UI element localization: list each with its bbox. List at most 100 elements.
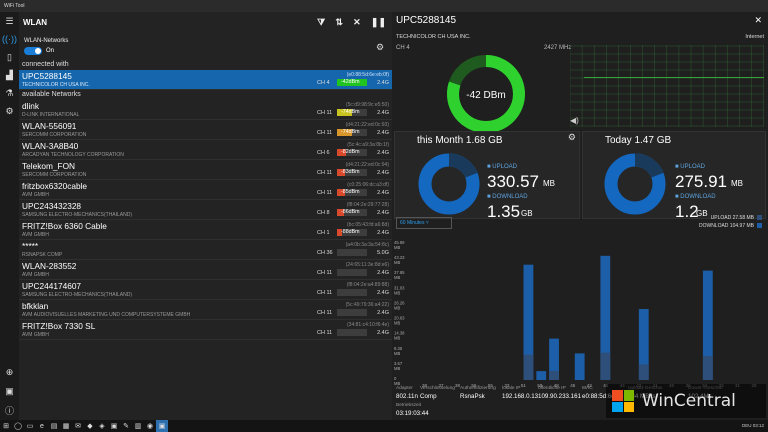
store-icon[interactable]: ▦	[60, 420, 72, 432]
upload-bar	[702, 355, 713, 380]
network-band: 2.4G	[377, 190, 389, 196]
watermark: WinCentral	[606, 384, 766, 418]
network-band: 2.4G	[377, 210, 389, 216]
app3-icon[interactable]: ✎	[120, 420, 132, 432]
today-title: Today 1.47 GB	[605, 135, 672, 146]
network-row[interactable]: WLAN-3A8B40 ARCADYAN TECHNOLOGY CORPORATI…	[19, 140, 392, 160]
network-mac: (d4:21:22:ed:0c:94)	[345, 162, 389, 168]
network-mac: (f8:04:2e:29:77:28)	[346, 202, 389, 208]
wifi-nav-icon[interactable]: ((·))	[0, 30, 19, 48]
task-view-icon[interactable]: ▭	[24, 420, 36, 432]
window-titlebar: WiFi Tool	[0, 0, 768, 12]
time-range-dropdown[interactable]: 60 Minutes ˅	[396, 217, 452, 229]
app2-icon[interactable]: ▣	[108, 420, 120, 432]
upload-bar	[574, 353, 585, 380]
network-band: 5.0G	[377, 250, 389, 256]
network-row[interactable]: UPC244174607 SAMSUNG ELECTRO-MECHANICS(TH…	[19, 280, 392, 300]
wifi-tool-taskbar-icon[interactable]: ▣	[156, 420, 168, 432]
chart-nav-icon[interactable]: ▟	[0, 66, 19, 84]
list-settings-icon[interactable]: ⚙	[376, 42, 384, 53]
signal-dbm: -74dBm	[341, 109, 360, 115]
watermark-logo	[612, 390, 634, 412]
edge-icon[interactable]: e	[36, 420, 48, 432]
flask-nav-icon[interactable]: ⚗	[0, 84, 19, 102]
disconnect-icon[interactable]: ✕	[754, 15, 762, 26]
network-mac: (f8:04:2e:a4:89:88)	[346, 282, 389, 288]
network-row[interactable]: UPC243432328 SAMSUNG ELECTRO-MECHANICS(TH…	[19, 200, 392, 220]
globe-icon[interactable]: ⊕	[0, 363, 19, 381]
month-settings-icon[interactable]: ⚙	[568, 132, 576, 143]
pause-icon[interactable]: ❚❚	[371, 17, 386, 27]
search-icon[interactable]: ◯	[12, 420, 24, 432]
app4-icon[interactable]: ▥	[132, 420, 144, 432]
network-mac: (34:81:c4:10:f6:4e)	[347, 322, 389, 328]
start-icon[interactable]: ⊞	[0, 420, 12, 432]
app5-icon[interactable]: ◉	[144, 420, 156, 432]
sort-icon[interactable]: ⇅	[335, 17, 343, 27]
network-row[interactable]: WLAN-556091 SERCOMM CORPORATION (d4:21:22:…	[19, 120, 392, 140]
network-channel: CH 11	[317, 110, 333, 116]
network-band: 2.4G	[377, 330, 389, 336]
y-tick-unit: MB	[394, 336, 400, 341]
wlan-toggle[interactable]	[24, 47, 42, 55]
network-row[interactable]: dlink D-LINK INTERNATIONAL (5c:d9:98:9c:e5…	[19, 100, 392, 120]
network-band: 2.4G	[377, 270, 389, 276]
y-tick-unit: MB	[394, 366, 400, 371]
header-actions: ⧩ ⇅ ✕ ❚❚	[309, 17, 386, 28]
signal-dbm: -42dBm	[341, 79, 360, 85]
network-band: 2.4G	[377, 290, 389, 296]
network-row[interactable]: FRITZ!Box 7330 SL AVM GMBH (34:81:c4:10:f6…	[19, 320, 392, 340]
network-channel: CH 11	[317, 130, 333, 136]
today-upload-unit: MB	[731, 179, 743, 188]
network-row[interactable]: Telekom_FON SERCOMM CORPORATION (d4:21:22:…	[19, 160, 392, 180]
mail-icon[interactable]: ✉	[72, 420, 84, 432]
detail-vendor: TECHNICOLOR CH USA INC.	[396, 34, 471, 40]
network-row[interactable]: bfkklan AVM AUDIOVISUELLES MARKETING UND …	[19, 300, 392, 320]
today-donut	[604, 153, 666, 215]
network-vendor: AVM GMBH	[22, 332, 49, 338]
network-vendor: SAMSUNG ELECTRO-MECHANICS(THAILAND)	[22, 292, 133, 298]
info-icon[interactable]: ⓘ	[0, 401, 19, 419]
network-ssid: WLAN-3A8B40	[22, 141, 79, 151]
month-upload-label: ■ UPLOAD	[487, 164, 517, 170]
settings-nav-icon[interactable]: ⚙	[0, 102, 19, 120]
runtime-value: 03:19:03:44	[396, 410, 429, 417]
y-tick-unit: MB	[394, 290, 400, 295]
network-channel: CH 11	[317, 170, 333, 176]
month-title: this Month 1.68 GB	[417, 135, 503, 146]
network-row[interactable]: UPC5288145 TECHNICOLOR CH USA INC. (e0:88:…	[19, 70, 392, 90]
network-ssid: bfkklan	[22, 301, 49, 311]
network-mac: (5c:49:79:36:a4:22)	[345, 302, 389, 308]
gauge-value: -42 DBm	[466, 90, 505, 101]
signal-dbm: -83dBm	[341, 169, 360, 175]
network-row[interactable]: ***** RsnaPsk Comp (a4:0b:3a:3a:54:8c) CH 3…	[19, 240, 392, 260]
filter-icon[interactable]: ⧩	[317, 17, 325, 27]
vs-icon[interactable]: ◆	[84, 420, 96, 432]
network-vendor: AVM GMBH	[22, 192, 49, 198]
network-ssid: Telekom_FON	[22, 161, 76, 171]
explorer-icon[interactable]: ▤	[48, 420, 60, 432]
battery-nav-icon[interactable]: ▯	[0, 48, 19, 66]
signal-bar: -88dBm	[337, 229, 367, 236]
available-section: available Networks	[22, 91, 81, 98]
network-channel: CH 8	[317, 210, 330, 216]
connected-section: connected with	[22, 61, 69, 68]
signal-dbm: -85dBm	[341, 189, 360, 195]
network-row[interactable]: FRITZ!Box 6360 Cable AVM GMBH (bc:05:43:fd…	[19, 220, 392, 240]
shop-icon[interactable]: ▣	[0, 382, 19, 400]
speaker-icon[interactable]: ◀)	[570, 116, 579, 125]
app-icon[interactable]: ◈	[96, 420, 108, 432]
y-tick-unit: MB	[394, 260, 400, 265]
legend-upload: UPLOAD 27.58 MB	[711, 215, 762, 221]
network-ssid: WLAN-556091	[22, 121, 77, 131]
hamburger-icon[interactable]: ☰	[0, 12, 19, 30]
network-ssid: UPC244174607	[22, 281, 82, 291]
network-channel: CH 36	[317, 250, 333, 256]
network-mac: (a4:0b:3a:3a:54:8c)	[345, 242, 389, 248]
network-row[interactable]: WLAN-283552 AVM GMBH (24:65:11:3e:8d:e6) CH…	[19, 260, 392, 280]
upload-bar	[536, 371, 547, 380]
disconnect-icon[interactable]: ✕	[353, 17, 361, 27]
toggle-state: On	[46, 48, 55, 54]
network-row[interactable]: fritzbox6320cable AVM GMBH (c0:25:06:dc:a3…	[19, 180, 392, 200]
network-band: 2.4G	[377, 80, 389, 86]
